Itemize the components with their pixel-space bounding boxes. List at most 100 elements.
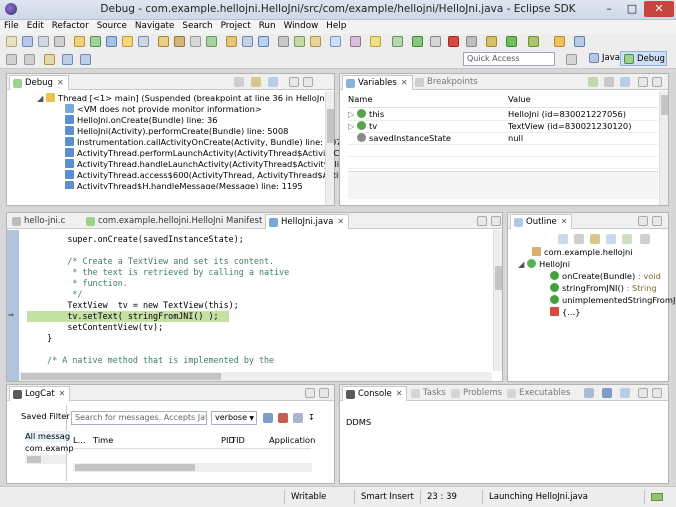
maximize-view-icon[interactable] <box>652 77 662 87</box>
tab-logcat[interactable]: LogCat ✕ <box>9 386 71 401</box>
print-icon[interactable] <box>54 36 65 47</box>
debug-stack-row[interactable]: HelloJni(Activity).performCreate(Bundle)… <box>65 126 288 137</box>
maximize-view-icon[interactable] <box>491 216 501 226</box>
stop-icon[interactable] <box>448 36 459 47</box>
suspend-icon[interactable] <box>174 36 185 47</box>
debug-stack-row[interactable]: ActivityThread.access$600(ActivityThread… <box>65 170 362 181</box>
perspective-java[interactable]: Java <box>586 51 624 66</box>
close-tab-icon[interactable]: ✕ <box>59 389 66 398</box>
outline-initializer-row[interactable]: {...} <box>550 307 580 318</box>
menu-refactor[interactable]: Refactor <box>48 20 93 31</box>
logcat-hscrollbar[interactable] <box>73 463 312 472</box>
outline-method-row[interactable]: stringFromJNI() : String <box>550 283 657 294</box>
scroll-lock-icon[interactable]: ↧ <box>308 413 318 423</box>
save-icon[interactable] <box>22 36 33 47</box>
tab-debug[interactable]: Debug ✕ <box>9 75 69 90</box>
debug-stack-row[interactable]: ActivityThread$H.handleMessage(Message) … <box>65 181 303 189</box>
hide-non-public-icon[interactable] <box>622 234 632 244</box>
new-class-icon[interactable] <box>554 36 565 47</box>
mark-occurrences-icon[interactable] <box>370 36 381 47</box>
editor-hscrollbar[interactable] <box>19 372 492 381</box>
use-step-filters-icon[interactable] <box>294 36 305 47</box>
collapse-all-icon[interactable] <box>604 77 614 87</box>
disconnect-debug-icon[interactable] <box>466 36 477 47</box>
editor-vscrollbar[interactable] <box>493 230 502 371</box>
saved-filter-item[interactable]: All messag <box>25 431 71 442</box>
perspective-debug[interactable]: Debug <box>620 51 667 66</box>
clear-log-icon[interactable] <box>278 413 288 423</box>
tab-manifest[interactable]: com.example.hellojni.HelloJni Manifest <box>83 214 266 229</box>
back-icon[interactable] <box>62 54 73 65</box>
editor-vertical-ruler[interactable] <box>7 230 19 381</box>
debug-vscrollbar[interactable] <box>325 91 334 205</box>
terminate-icon[interactable] <box>190 36 201 47</box>
debug-stack-row[interactable]: ActivityThread.performLaunchActivity(Act… <box>65 148 363 159</box>
debug-stack-row[interactable]: HelloJni.onCreate(Bundle) line: 36 <box>65 115 218 126</box>
outline-method-row[interactable]: unimplementedStringFromJ <box>550 295 675 306</box>
debug-run-icon[interactable] <box>486 36 497 47</box>
forward-icon[interactable] <box>80 54 91 65</box>
open-type-icon[interactable] <box>330 36 341 47</box>
close-tab-icon[interactable]: ✕ <box>337 217 344 226</box>
variables-vscrollbar[interactable] <box>659 91 668 205</box>
display-saved-filters-icon[interactable] <box>293 413 303 423</box>
filters-hscrollbar[interactable] <box>25 455 66 464</box>
maximize-view-icon[interactable] <box>303 77 313 87</box>
hide-static-icon[interactable] <box>606 234 616 244</box>
minimize-view-icon[interactable] <box>289 77 299 87</box>
menu-edit[interactable]: Edit <box>23 20 48 31</box>
menu-window[interactable]: Window <box>280 20 323 31</box>
column-tid-header[interactable]: TID <box>231 435 245 446</box>
menu-run[interactable]: Run <box>255 20 280 31</box>
column-value-header[interactable]: Value <box>508 94 531 104</box>
step-into-icon[interactable] <box>226 36 237 47</box>
display-console-icon[interactable] <box>584 388 594 398</box>
tab-console[interactable]: Console ✕ <box>342 386 408 401</box>
column-application-header[interactable]: Application <box>269 435 315 446</box>
collapse-all-icon[interactable] <box>558 234 568 244</box>
resume-debug-icon[interactable] <box>412 36 423 47</box>
view-menu-icon[interactable] <box>268 77 278 87</box>
minimize-view-icon[interactable] <box>477 216 487 226</box>
minimize-view-icon[interactable] <box>638 216 648 226</box>
progress-icon[interactable] <box>644 490 672 504</box>
menu-navigate[interactable]: Navigate <box>131 20 178 31</box>
code-area[interactable]: super.onCreate(savedInstanceState); /* C… <box>27 230 490 369</box>
disconnect-icon[interactable] <box>206 36 217 47</box>
remove-launches-icon[interactable] <box>234 77 244 87</box>
skip-icon[interactable] <box>392 36 403 47</box>
open-task-icon[interactable] <box>350 36 361 47</box>
column-name-header[interactable]: Name <box>348 94 372 104</box>
maximize-button[interactable]: □ <box>621 1 643 17</box>
new-icon[interactable] <box>6 36 17 47</box>
step-over-icon[interactable] <box>242 36 253 47</box>
menu-file[interactable]: File <box>0 20 23 31</box>
variable-detail-pane[interactable] <box>348 171 658 199</box>
external-tools-icon[interactable] <box>528 36 539 47</box>
save-log-icon[interactable] <box>263 413 273 423</box>
build-icon[interactable] <box>138 36 149 47</box>
minimize-button[interactable]: – <box>598 1 620 17</box>
show-types-icon[interactable] <box>588 77 598 87</box>
quick-access-input[interactable]: Quick Access <box>463 52 555 66</box>
maximize-view-icon[interactable] <box>652 388 662 398</box>
save-all-icon[interactable] <box>38 36 49 47</box>
variable-row[interactable]: ▷ savedInstanceState null <box>348 133 658 145</box>
menu-help[interactable]: Help <box>322 20 350 31</box>
open-console-icon[interactable] <box>602 388 612 398</box>
debug-thread-row[interactable]: ◢ Thread [<1> main] (Suspended (breakpoi… <box>37 93 333 104</box>
tab-executables[interactable]: Executables <box>504 386 574 401</box>
view-menu-icon[interactable] <box>640 234 650 244</box>
tab-tasks[interactable]: Tasks <box>408 386 450 401</box>
tab-problems[interactable]: Problems <box>448 386 506 401</box>
variable-row[interactable]: ▷ tv TextView (id=830021230120) <box>348 121 658 133</box>
menu-project[interactable]: Project <box>217 20 255 31</box>
collapse-all-icon[interactable] <box>251 77 261 87</box>
tab-outline[interactable]: Outline ✕ <box>510 214 573 229</box>
outline-class-row[interactable]: ◢ HelloJni <box>518 259 570 270</box>
debug-stack-row[interactable]: Instrumentation.callActivityOnCreate(Act… <box>65 137 347 148</box>
minimize-view-icon[interactable] <box>638 388 648 398</box>
open-folder-icon[interactable] <box>574 36 585 47</box>
close-tab-icon[interactable]: ✕ <box>57 78 64 87</box>
tab-hellojni-java[interactable]: HelloJni.java ✕ <box>265 214 350 229</box>
